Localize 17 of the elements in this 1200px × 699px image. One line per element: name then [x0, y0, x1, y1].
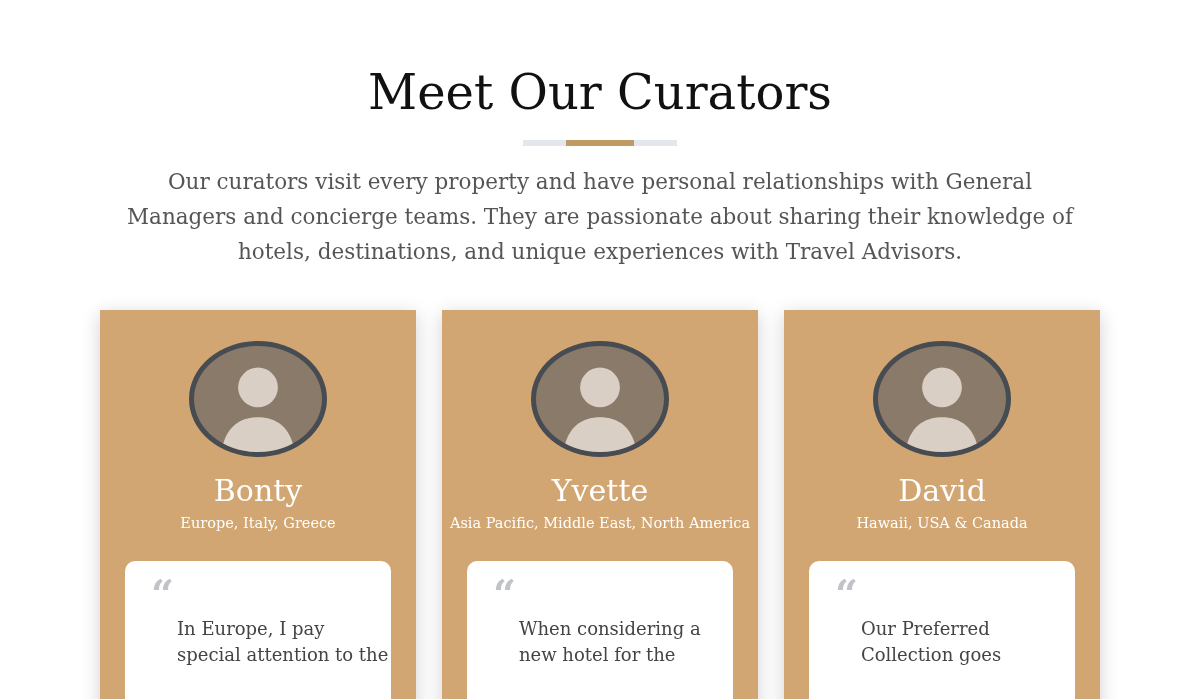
quote-text-line: When considering a — [519, 617, 701, 642]
curator-regions: Hawaii, USA & Canada — [856, 515, 1028, 532]
curator-name: Bonty — [213, 472, 303, 511]
quote-text-line: special attention to the — [177, 643, 389, 668]
quote-text-line: Collection goes — [861, 643, 1002, 668]
quote-text-line: In Europe, I pay — [177, 617, 325, 642]
quote-text-line: new hotel for the — [519, 643, 676, 668]
curator-name: Yvette — [551, 472, 649, 511]
curator-regions: Asia Pacific, Middle East, North America — [449, 515, 751, 532]
intro-paragraph: Our curators visit every property and have personal relationships with General Managers and concierge teams. They are passionate about sharing their knowledge of hotels, destinations, and unique experiences with Travel Advisors. — [126, 168, 1076, 266]
section-heading: Meet Our Curators — [368, 63, 832, 122]
curator-name: David — [898, 472, 986, 511]
quote-mark: “ — [835, 579, 858, 604]
curator-regions: Europe, Italy, Greece — [180, 515, 336, 532]
quote-text-line: Our Preferred — [861, 617, 990, 642]
quote-mark: “ — [151, 579, 174, 604]
quote-mark: “ — [493, 579, 516, 604]
